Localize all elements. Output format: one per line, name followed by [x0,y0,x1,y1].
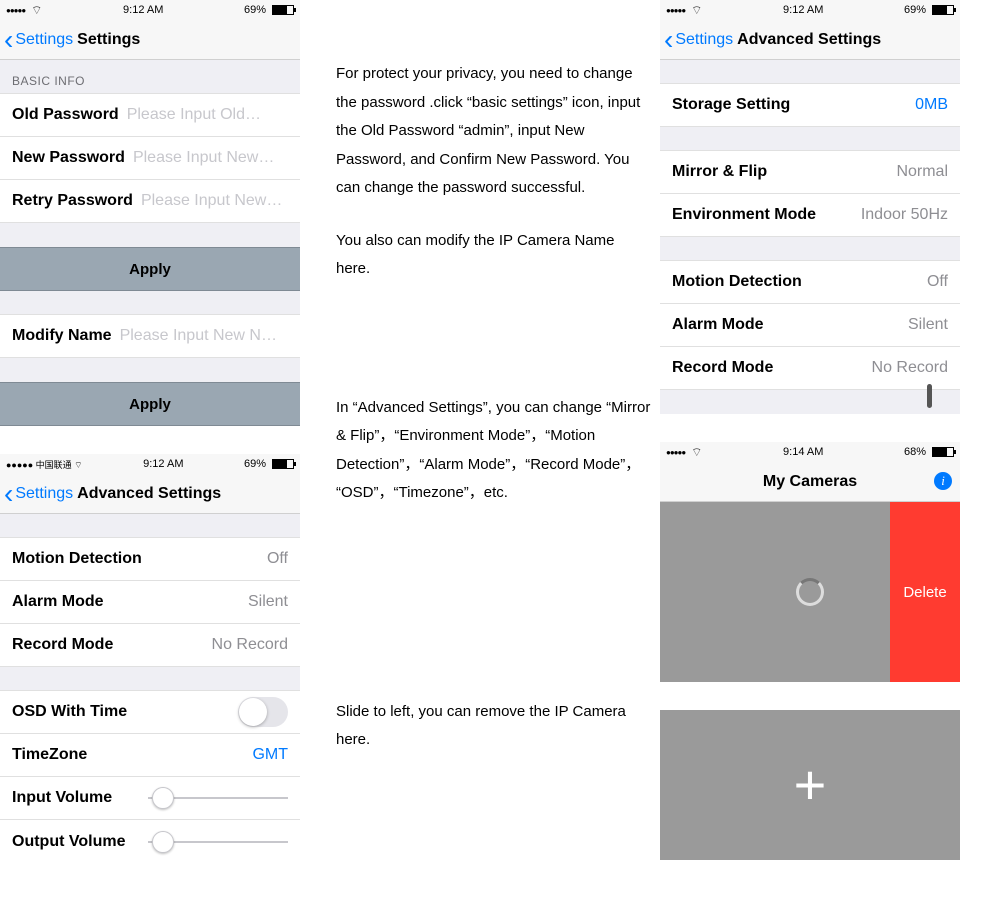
new-password-label: New Password [12,149,125,167]
back-button[interactable]: Settings [0,30,73,50]
motion-detection-row[interactable]: Motion Detection Off [0,537,300,581]
environment-mode-row[interactable]: Environment Mode Indoor 50Hz [660,193,960,237]
delete-button[interactable]: Delete [890,502,960,682]
apply-password-button[interactable]: Apply [0,247,300,291]
input-volume-slider[interactable] [148,797,288,799]
signal-dots-icon [6,4,25,16]
retry-password-input[interactable]: Please Input New… [141,192,288,210]
scroll-indicator [927,384,932,408]
back-button[interactable]: Settings [660,30,733,50]
battery-icon [932,5,954,15]
mirror-flip-value: Normal [896,163,948,181]
navbar: Settings Advanced Settings [0,474,300,514]
old-password-label: Old Password [12,106,119,124]
statusbar-time: 9:12 AM [783,4,823,16]
timezone-row[interactable]: TimeZone GMT [0,733,300,777]
battery-pct: 69% [904,4,926,16]
loading-spinner-icon [796,578,824,606]
wifi-icon [691,3,702,18]
instruction-column: For protect your privacy, you need to ch… [320,0,660,779]
new-password-input[interactable]: Please Input New… [133,149,288,167]
modify-name-label: Modify Name [12,327,112,345]
page-title: Settings [77,31,140,49]
screenshot-my-cameras: 9:14 AM 68% My Cameras i Delete + [660,442,960,860]
battery-icon [932,447,954,457]
page-title: My Cameras [660,473,960,491]
timezone-value: GMT [252,746,288,764]
alarm-mode-value: Silent [248,593,288,611]
modify-name-input[interactable]: Please Input New N… [120,327,288,345]
storage-value: 0MB [915,96,948,114]
section-header-basic-info: BASIC INFO [0,60,300,94]
old-password-row[interactable]: Old Password Please Input Old… [0,93,300,137]
retry-password-label: Retry Password [12,192,133,210]
motion-detection-row[interactable]: Motion Detection Off [660,260,960,304]
alarm-mode-value: Silent [908,316,948,334]
navbar: My Cameras i [660,462,960,502]
carrier: ●●●●● 中国联通 ⌔ [6,458,83,471]
output-volume-row[interactable]: Output Volume [0,819,300,863]
statusbar-time: 9:12 AM [143,458,183,470]
instruction-p4: Slide to left, you can remove the IP Cam… [336,698,652,755]
retry-password-row[interactable]: Retry Password Please Input New… [0,179,300,223]
page-title: Advanced Settings [77,485,221,503]
environment-mode-value: Indoor 50Hz [861,206,948,224]
screenshot-advanced-lower: ●●●●● 中国联通 ⌔ 9:12 AM 69% Settings Advanc… [0,454,300,863]
camera-tile[interactable]: Delete [660,502,960,682]
motion-detection-value: Off [267,550,288,568]
storage-setting-row[interactable]: Storage Setting 0MB [660,83,960,127]
plus-icon: + [794,757,827,813]
new-password-row[interactable]: New Password Please Input New… [0,136,300,180]
record-mode-value: No Record [872,359,948,377]
signal-dots-icon [666,446,685,458]
battery-pct: 68% [904,446,926,458]
record-mode-value: No Record [212,636,288,654]
statusbar: 9:12 AM 69% [0,0,300,20]
signal-dots-icon [666,4,685,16]
statusbar-time: 9:14 AM [783,446,823,458]
mirror-flip-row[interactable]: Mirror & Flip Normal [660,150,960,194]
statusbar-time: 9:12 AM [123,4,163,16]
statusbar: 9:12 AM 69% [660,0,960,20]
wifi-icon [31,3,42,18]
output-volume-slider[interactable] [148,841,288,843]
page-title: Advanced Settings [737,31,881,49]
battery-icon [272,5,294,15]
record-mode-row[interactable]: Record Mode No Record [660,346,960,390]
navbar: Settings Settings [0,20,300,60]
alarm-mode-row[interactable]: Alarm Mode Silent [0,580,300,624]
instruction-p1: For protect your privacy, you need to ch… [336,60,652,203]
input-volume-row[interactable]: Input Volume [0,776,300,820]
apply-name-button[interactable]: Apply [0,382,300,426]
battery-pct: 69% [244,458,266,470]
record-mode-row[interactable]: Record Mode No Record [0,623,300,667]
instruction-p2: You also can modify the IP Camera Name h… [336,227,652,284]
alarm-mode-row[interactable]: Alarm Mode Silent [660,303,960,347]
add-camera-tile[interactable]: + [660,710,960,860]
navbar: Settings Advanced Settings [660,20,960,60]
osd-toggle[interactable] [238,697,288,727]
battery-pct: 69% [244,4,266,16]
statusbar: ●●●●● 中国联通 ⌔ 9:12 AM 69% [0,454,300,474]
old-password-input[interactable]: Please Input Old… [127,106,288,124]
back-button[interactable]: Settings [0,484,73,504]
modify-name-row[interactable]: Modify Name Please Input New N… [0,314,300,358]
info-icon[interactable]: i [934,472,952,490]
battery-icon [272,459,294,469]
osd-with-time-row[interactable]: OSD With Time [0,690,300,734]
wifi-icon [691,445,702,460]
screenshot-settings-basic: 9:12 AM 69% Settings Settings BASIC INFO… [0,0,300,426]
statusbar: 9:14 AM 68% [660,442,960,462]
instruction-p3: In “Advanced Settings”, you can change “… [336,394,652,508]
motion-detection-value: Off [927,273,948,291]
screenshot-advanced-upper: 9:12 AM 69% Settings Advanced Settings S… [660,0,960,414]
